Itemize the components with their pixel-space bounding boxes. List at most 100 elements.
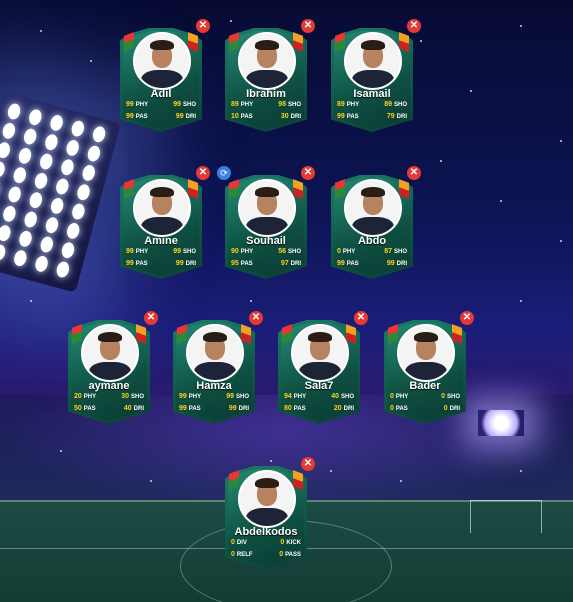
star bbox=[500, 200, 502, 202]
flag-icon bbox=[399, 179, 409, 199]
swap-player-button[interactable]: ⟳ bbox=[217, 166, 231, 180]
stat-value: 20 bbox=[74, 393, 82, 400]
player-card[interactable]: Hamza 99 PHY 99 SHO 99 PAS 99 DRI ✕ bbox=[173, 311, 263, 424]
stat-value: 90 bbox=[231, 248, 239, 255]
avatar-body bbox=[405, 362, 447, 380]
remove-player-button[interactable]: ✕ bbox=[354, 311, 368, 325]
stat-sho: 0 SHO bbox=[425, 393, 460, 400]
player-card[interactable]: aymane 20 PHY 30 SHO 50 PAS 40 DRI ✕ bbox=[68, 311, 158, 424]
stat-phy: 89 PHY bbox=[231, 101, 266, 108]
stat-pas: 80 PAS bbox=[284, 405, 319, 412]
player-card[interactable]: Bader 0 PHY 0 SHO 0 PAS 0 DRI ✕ bbox=[384, 311, 474, 424]
player-card[interactable]: Ibrahim 89 PHY 98 SHO 10 PAS 30 DRI ✕ bbox=[225, 19, 315, 132]
stat-label: SHO bbox=[287, 249, 301, 255]
flag-icon bbox=[241, 324, 251, 344]
avatar-hair bbox=[203, 332, 227, 342]
light-bulb bbox=[17, 229, 34, 249]
avatar-hair bbox=[255, 187, 279, 197]
star bbox=[230, 20, 232, 22]
player-stats: 99 PHY 99 SHO 99 PAS 99 DRI bbox=[126, 101, 196, 120]
stat-phy: 94 PHY bbox=[284, 393, 319, 400]
player-card[interactable]: Amine 99 PHY 99 SHO 99 PAS 99 DRI ✕ bbox=[120, 166, 210, 279]
star bbox=[520, 25, 522, 27]
stat-value: 99 bbox=[126, 113, 134, 120]
flag-icon bbox=[136, 324, 146, 344]
player-name: Amine bbox=[144, 235, 178, 247]
star bbox=[560, 140, 562, 142]
player-card[interactable]: Souhail 90 PHY 56 SHO 95 PAS 97 DRI ✕ ⟳ bbox=[217, 166, 315, 279]
stat-label: DRI bbox=[290, 114, 301, 120]
stat-phy: 90 PHY bbox=[231, 248, 266, 255]
light-bulb bbox=[22, 127, 39, 146]
stat-label: PAS bbox=[293, 406, 306, 412]
remove-player-button[interactable]: ✕ bbox=[249, 311, 263, 325]
light-bulb bbox=[0, 160, 7, 179]
stat-dri: 79 DRI bbox=[372, 113, 407, 120]
flag-icon bbox=[188, 179, 198, 199]
light-bulb bbox=[64, 138, 81, 158]
stat-sho: 40 SHO bbox=[319, 393, 354, 400]
light-bulb bbox=[28, 190, 44, 210]
stat-label: PAS bbox=[240, 261, 253, 267]
stat-label: PAS bbox=[395, 406, 408, 412]
stat-label: SHO bbox=[446, 394, 460, 400]
light-bulb bbox=[80, 163, 97, 183]
light-bulb bbox=[86, 144, 102, 163]
light-bulb bbox=[33, 171, 49, 191]
remove-player-button[interactable]: ✕ bbox=[407, 166, 421, 180]
avatar-body bbox=[194, 362, 236, 380]
player-stats: 94 PHY 40 SHO 80 PAS 20 DRI bbox=[284, 393, 354, 412]
stat-label: DRI bbox=[238, 406, 249, 412]
stat-value: 99 bbox=[179, 393, 187, 400]
stat-label: PASS bbox=[285, 552, 301, 558]
floodlight-left bbox=[0, 92, 121, 293]
stat-value: 98 bbox=[278, 101, 286, 108]
remove-player-button[interactable]: ✕ bbox=[301, 166, 315, 180]
player-name: Bader bbox=[409, 380, 441, 392]
player-card[interactable]: Isamail 89 PHY 89 SHO 99 PAS 79 DRI ✕ bbox=[331, 19, 421, 132]
stat-label: PHY bbox=[135, 102, 149, 108]
stat-pas: 99 PAS bbox=[337, 260, 372, 267]
avatar-body bbox=[352, 70, 394, 88]
player-name: aymane bbox=[88, 380, 130, 392]
stat-dri: 99 DRI bbox=[214, 405, 249, 412]
remove-player-button[interactable]: ✕ bbox=[460, 311, 474, 325]
stat-value: 10 bbox=[231, 113, 239, 120]
light-bulb bbox=[65, 221, 82, 241]
star bbox=[250, 300, 252, 302]
close-icon: ✕ bbox=[409, 20, 419, 31]
star bbox=[560, 240, 562, 242]
player-card[interactable]: Sala7 94 PHY 40 SHO 80 PAS 20 DRI ✕ bbox=[278, 311, 368, 424]
avatar-body bbox=[89, 362, 131, 380]
swap-icon: ⟳ bbox=[220, 168, 228, 178]
remove-player-button[interactable]: ✕ bbox=[407, 19, 421, 33]
star bbox=[420, 40, 422, 42]
stat-label: DRI bbox=[133, 406, 144, 412]
floodlight-right bbox=[478, 410, 524, 436]
player-card[interactable]: Abdelkodos 0 DIV 0 KICK 0 RELF 0 PASS ✕ bbox=[225, 457, 315, 570]
remove-player-button[interactable]: ✕ bbox=[196, 166, 210, 180]
remove-player-button[interactable]: ✕ bbox=[301, 457, 315, 471]
stat-label: SHO bbox=[182, 102, 196, 108]
light-bulb bbox=[60, 240, 76, 260]
stat-label: PHY bbox=[395, 394, 409, 400]
close-icon: ✕ bbox=[462, 312, 472, 323]
remove-player-button[interactable]: ✕ bbox=[196, 19, 210, 33]
stat-dri: 99 DRI bbox=[372, 260, 407, 267]
player-card[interactable]: Abdo 0 PHY 87 SHO 99 PAS 99 DRI ✕ bbox=[331, 166, 421, 279]
stat-label: SHO bbox=[393, 249, 407, 255]
avatar-body bbox=[299, 362, 341, 380]
stat-phy: 89 PHY bbox=[337, 101, 372, 108]
close-icon: ✕ bbox=[303, 458, 313, 469]
stat-label: PAS bbox=[346, 261, 359, 267]
remove-player-button[interactable]: ✕ bbox=[144, 311, 158, 325]
player-card[interactable]: Adil 99 PHY 99 SHO 99 PAS 99 DRI ✕ bbox=[120, 19, 210, 132]
player-stats: 89 PHY 89 SHO 99 PAS 79 DRI bbox=[337, 101, 407, 120]
stat-label: PHY bbox=[135, 249, 149, 255]
remove-player-button[interactable]: ✕ bbox=[301, 19, 315, 33]
stat-value: 97 bbox=[280, 260, 289, 267]
stat-label: PHY bbox=[83, 394, 97, 400]
stat-pas: 95 PAS bbox=[231, 260, 266, 267]
light-bulb bbox=[27, 107, 44, 127]
light-bulb bbox=[12, 248, 29, 268]
